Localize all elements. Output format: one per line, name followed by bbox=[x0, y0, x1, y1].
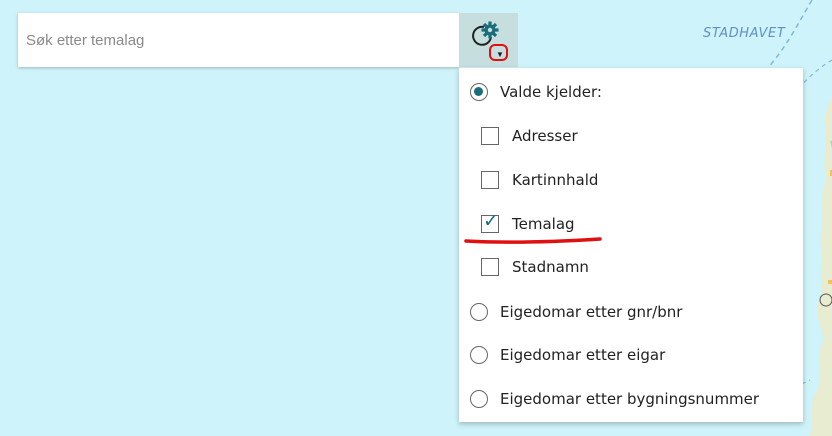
menu-item-gnr-bnr[interactable]: Eigedomar etter gnr/bnr bbox=[470, 297, 682, 327]
map-land-area bbox=[810, 100, 832, 436]
menu-item-label: Temalag bbox=[512, 215, 575, 233]
radio-eigar[interactable] bbox=[470, 346, 488, 364]
map-sea-label: STADHAVET bbox=[703, 26, 786, 41]
radio-bygningsnummer[interactable] bbox=[470, 390, 488, 408]
menu-item-label: Kartinnhald bbox=[512, 171, 599, 189]
radio-selected-sources[interactable] bbox=[470, 83, 488, 101]
annotation-underline bbox=[464, 237, 602, 244]
chevron-down-icon: ▼ bbox=[496, 50, 504, 59]
menu-item-label: Adresser bbox=[512, 127, 578, 145]
radio-gnr-bnr[interactable] bbox=[470, 303, 488, 321]
menu-item-label: Valde kjelder: bbox=[500, 83, 602, 101]
menu-item-selected-sources[interactable]: Valde kjelder: bbox=[470, 77, 602, 107]
menu-item-label: Eigedomar etter bygningsnummer bbox=[500, 390, 760, 408]
menu-item-stadnamn[interactable]: Stadnamn bbox=[481, 252, 589, 282]
menu-item-adresser[interactable]: Adresser bbox=[481, 121, 578, 151]
checkbox-adresser[interactable] bbox=[481, 127, 499, 145]
menu-item-kartinnhald[interactable]: Kartinnhald bbox=[481, 165, 598, 195]
menu-item-label: Eigedomar etter gnr/bnr bbox=[500, 303, 683, 321]
dropdown-toggle-highlight[interactable]: ▼ bbox=[489, 44, 508, 61]
checkbox-temalag[interactable]: ✓ bbox=[481, 211, 499, 233]
checkbox-kartinnhald[interactable] bbox=[481, 171, 499, 189]
search-source-button[interactable]: ▼ bbox=[459, 13, 518, 67]
menu-item-label: Stadnamn bbox=[512, 258, 589, 276]
search-input[interactable] bbox=[18, 13, 459, 67]
menu-item-bygningsnummer[interactable]: Eigedomar etter bygningsnummer bbox=[470, 384, 759, 414]
checkbox-stadnamn[interactable] bbox=[481, 258, 499, 276]
menu-item-eigar[interactable]: Eigedomar etter eigar bbox=[470, 340, 665, 370]
checkmark-icon: ✓ bbox=[483, 210, 499, 232]
menu-item-label: Eigedomar etter eigar bbox=[500, 346, 666, 364]
search-bar bbox=[18, 13, 459, 67]
